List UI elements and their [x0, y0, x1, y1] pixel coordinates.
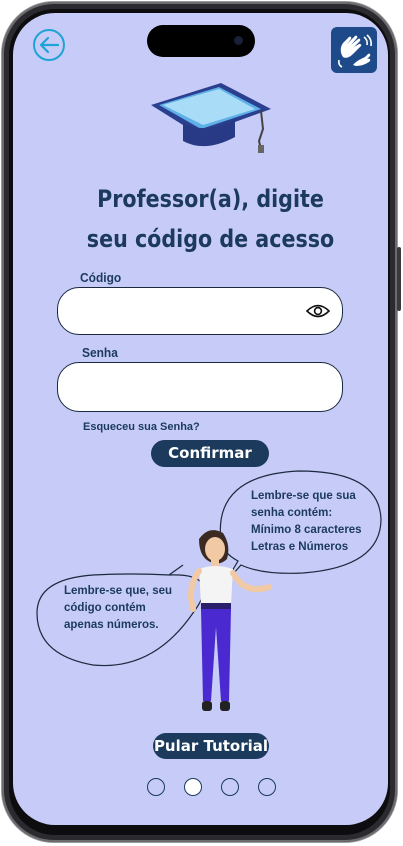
tutor-character — [188, 530, 272, 711]
app-screen: Professor(a), digite seu código de acess… — [13, 13, 388, 825]
page-dot-1[interactable] — [147, 778, 165, 796]
power-button — [397, 247, 401, 311]
skip-tutorial-button[interactable]: Pular Tutorial — [153, 733, 269, 759]
page-dot-3[interactable] — [221, 778, 239, 796]
page-dot-4[interactable] — [258, 778, 276, 796]
code-hint-bubble: Lembre-se que, seu código contém apenas … — [64, 585, 173, 631]
phone-frame: Professor(a), digite seu código de acess… — [0, 0, 403, 846]
page-dot-2[interactable] — [184, 778, 202, 796]
